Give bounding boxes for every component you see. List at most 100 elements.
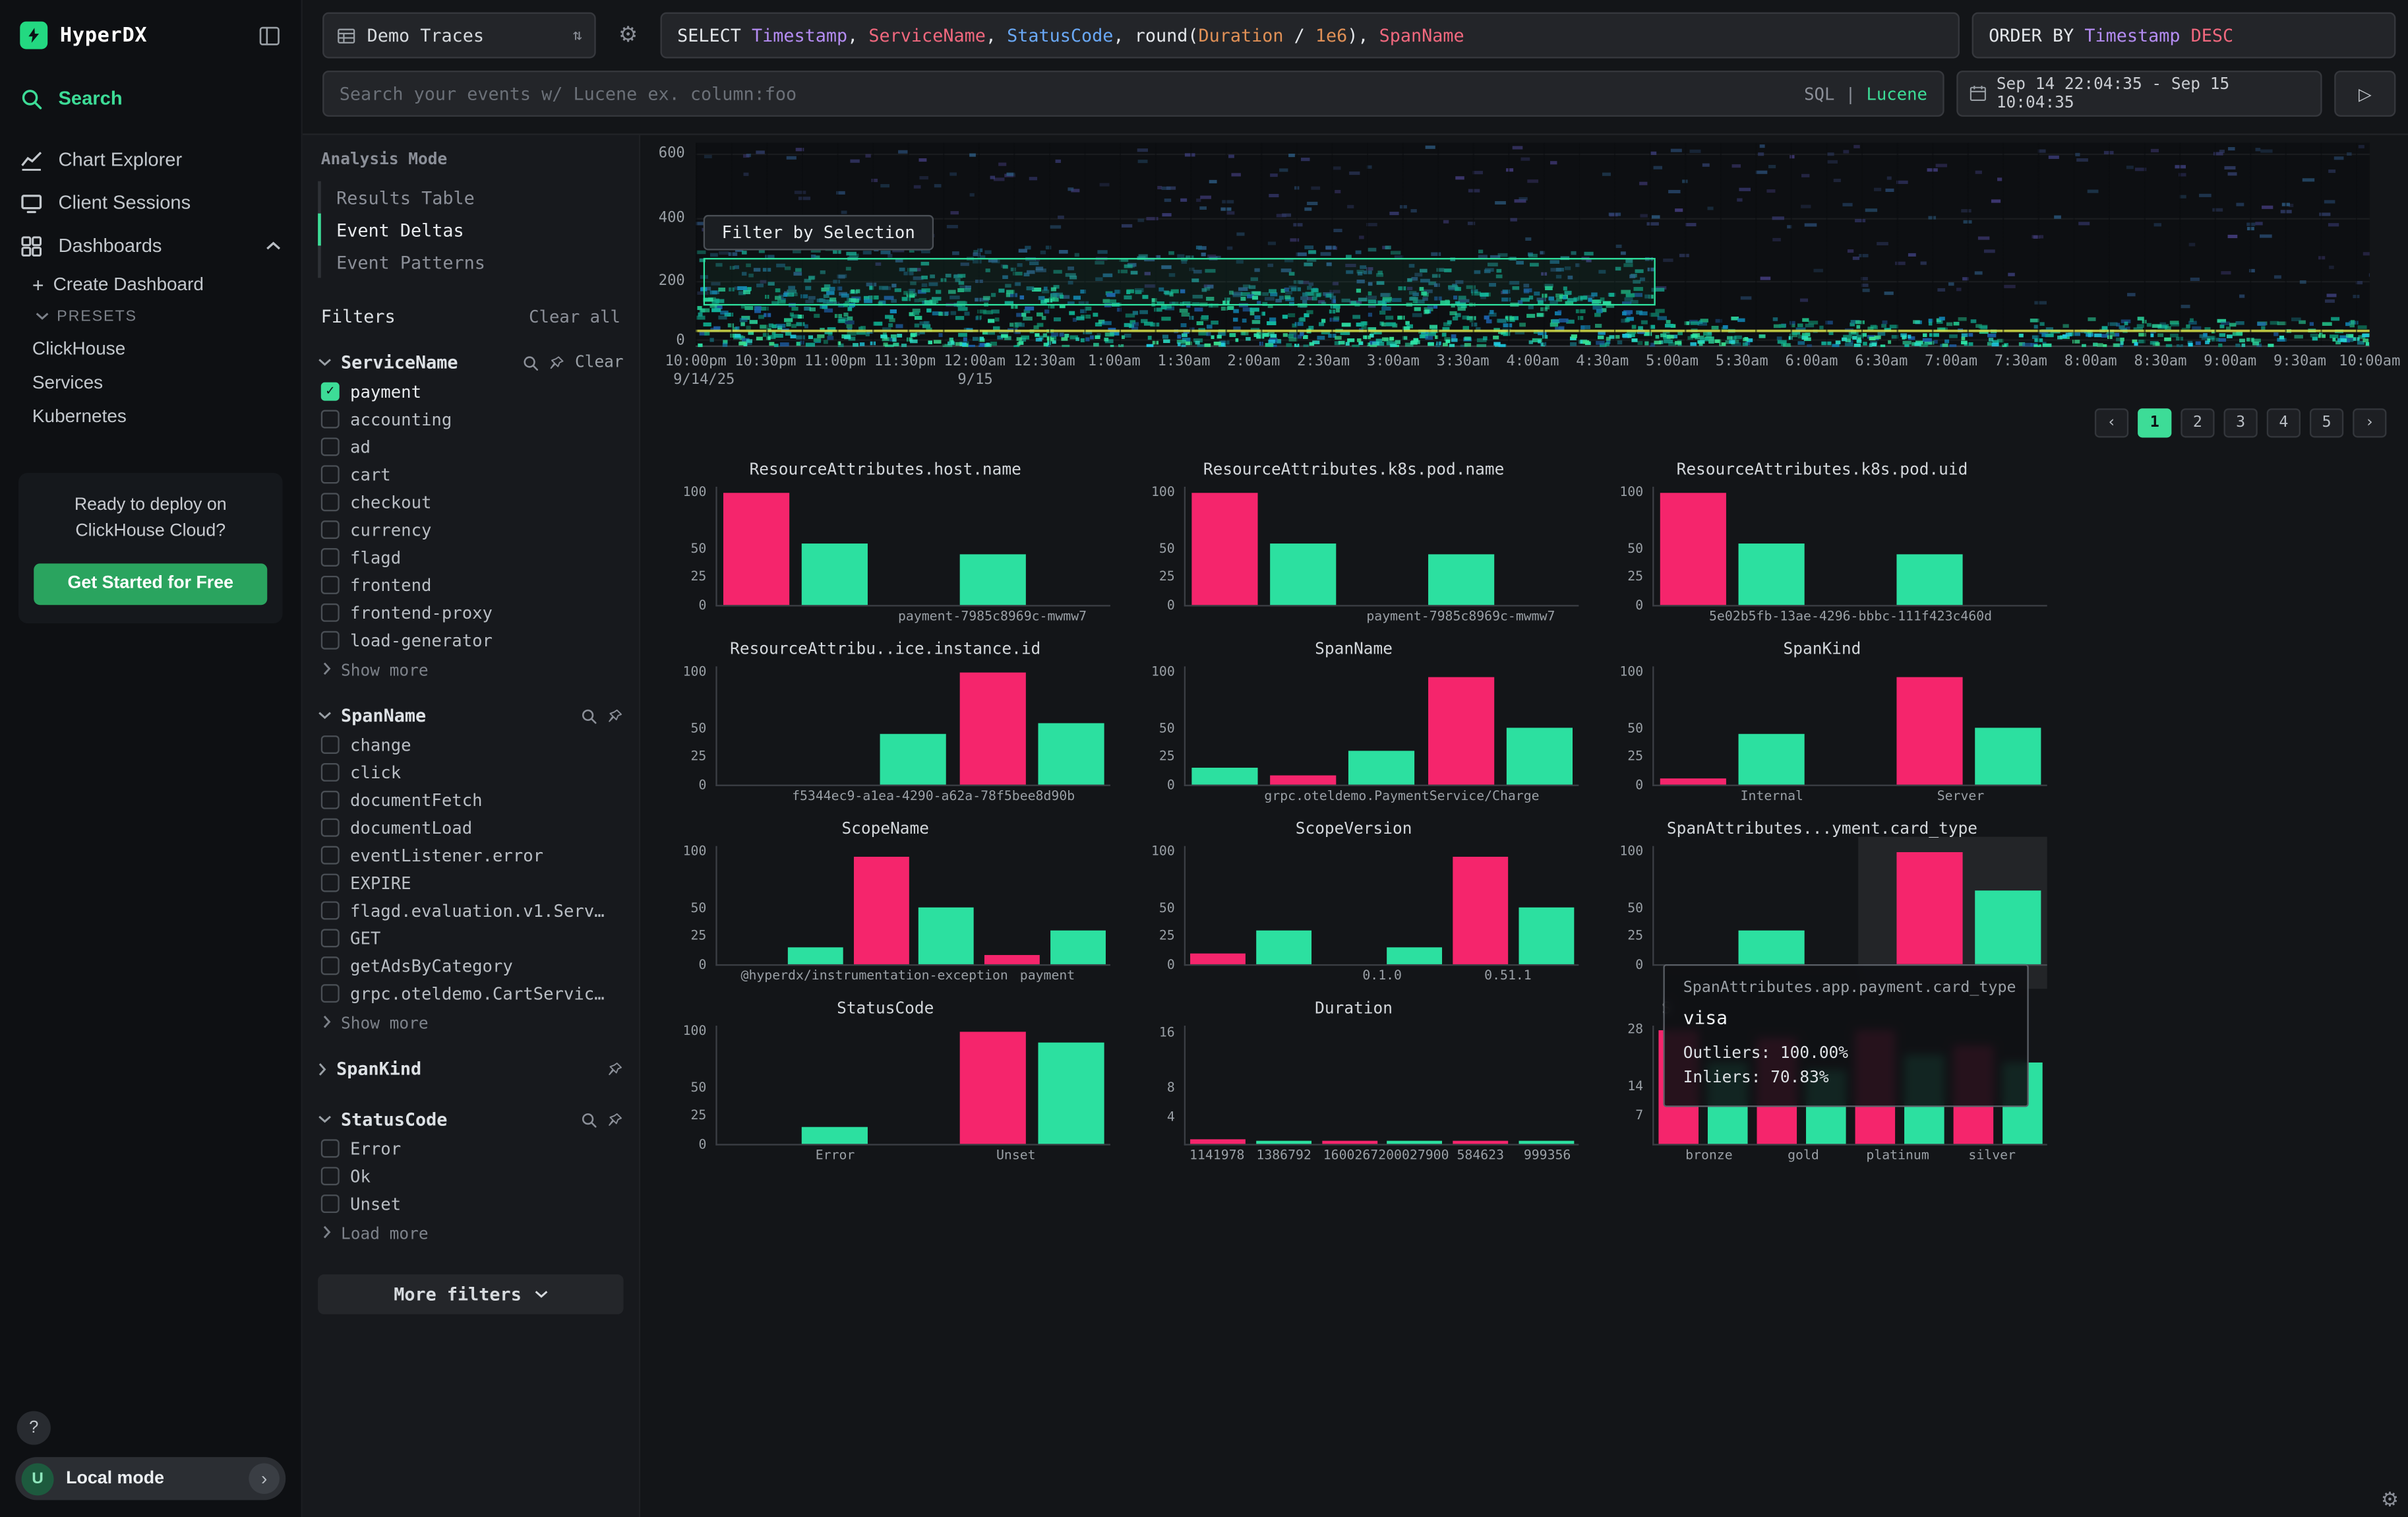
checkbox[interactable] — [321, 874, 340, 892]
bar[interactable] — [959, 554, 1025, 605]
pin-icon[interactable] — [607, 1111, 624, 1128]
filter-checkbox-checkout[interactable]: checkout — [318, 488, 623, 516]
chart-spanname[interactable]: SpanName10050250grpc.oteldemo.PaymentSer… — [1129, 640, 1579, 820]
filter-checkbox-currency[interactable]: currency — [318, 516, 623, 543]
bar[interactable] — [1660, 779, 1726, 785]
filter-checkbox-expire[interactable]: EXPIRE — [318, 869, 623, 897]
checkbox[interactable] — [321, 1139, 340, 1158]
preset-kubernetes[interactable]: Kubernetes — [0, 399, 301, 433]
bar[interactable] — [1192, 492, 1258, 605]
pagination-prev[interactable]: ‹ — [2095, 408, 2128, 437]
bar[interactable] — [1038, 1043, 1104, 1144]
bar[interactable] — [723, 492, 789, 605]
chevron-down-icon[interactable] — [318, 357, 332, 367]
bar[interactable] — [1739, 543, 1805, 605]
filter-checkbox-frontend[interactable]: frontend — [318, 571, 623, 599]
filter-checkbox-get[interactable]: GET — [318, 924, 623, 952]
bar[interactable] — [1349, 751, 1415, 784]
get-started-button[interactable]: Get Started for Free — [34, 563, 267, 604]
analysis-mode-event-deltas[interactable]: Event Deltas — [318, 214, 623, 246]
bar[interactable] — [959, 1032, 1025, 1144]
bar[interactable] — [1192, 768, 1258, 785]
bar[interactable] — [1660, 492, 1726, 605]
filter-checkbox-documentload[interactable]: documentLoad — [318, 814, 623, 842]
bar[interactable] — [1507, 728, 1573, 784]
filter-checkbox-change[interactable]: change — [318, 731, 623, 758]
bar[interactable] — [1191, 1139, 1246, 1144]
filter-checkbox-unset[interactable]: Unset — [318, 1190, 623, 1218]
heatmap-selection[interactable] — [704, 258, 1656, 305]
bar[interactable] — [1739, 931, 1805, 964]
pagination-page-2[interactable]: 2 — [2181, 408, 2214, 437]
bar[interactable] — [1896, 554, 1962, 605]
filter-checkbox-documentfetch[interactable]: documentFetch — [318, 786, 623, 814]
filter-checkbox-error[interactable]: Error — [318, 1134, 623, 1162]
bar[interactable] — [1256, 931, 1311, 964]
checkbox[interactable] — [321, 520, 340, 539]
filter-checkbox-click[interactable]: click — [318, 758, 623, 786]
sidebar-item-dashboards[interactable]: Dashboards — [0, 224, 301, 267]
bar[interactable] — [1739, 734, 1805, 785]
bar[interactable] — [1519, 908, 1573, 964]
bar[interactable] — [802, 1127, 868, 1144]
search-icon[interactable] — [580, 1111, 597, 1128]
bar[interactable] — [984, 955, 1039, 964]
bar[interactable] — [1387, 1141, 1442, 1144]
checkbox[interactable] — [321, 763, 340, 782]
bar[interactable] — [1896, 851, 1962, 964]
analysis-mode-results-table[interactable]: Results Table — [318, 181, 623, 214]
bar[interactable] — [881, 734, 947, 785]
source-select[interactable]: Demo Traces ⇅ — [322, 13, 596, 59]
search-icon[interactable] — [523, 354, 540, 371]
pin-icon[interactable] — [549, 354, 566, 371]
chart-scopename[interactable]: ScopeName10050250@hyperdx/instrumentatio… — [661, 820, 1110, 999]
run-query-button[interactable]: ▷ — [2334, 71, 2395, 117]
source-settings-gear-icon[interactable]: ⚙ — [608, 23, 648, 47]
filter-checkbox-ad[interactable]: ad — [318, 433, 623, 460]
filter-checkbox-ok[interactable]: Ok — [318, 1162, 623, 1190]
checkbox[interactable] — [321, 846, 340, 865]
checkbox[interactable] — [321, 437, 340, 456]
bar[interactable] — [959, 672, 1025, 785]
checkbox[interactable] — [321, 548, 340, 567]
checkbox[interactable] — [321, 631, 340, 650]
chart-statuscode[interactable]: StatusCode10050250ErrorUnset — [661, 999, 1110, 1179]
checkbox[interactable] — [321, 819, 340, 837]
chart-duration[interactable]: Duration16841141978138679216002672000279… — [1129, 999, 1579, 1179]
preset-services[interactable]: Services — [0, 365, 301, 399]
bar[interactable] — [1896, 677, 1962, 784]
checkbox[interactable] — [321, 791, 340, 809]
pagination-page-5[interactable]: 5 — [2310, 408, 2343, 437]
checkbox[interactable] — [321, 576, 340, 594]
filter-checkbox-eventlistener-error[interactable]: eventListener.error — [318, 842, 623, 869]
chart-resourceattributes-host-name[interactable]: ResourceAttributes.host.name10050250paym… — [661, 460, 1110, 640]
bar[interactable] — [1428, 677, 1493, 784]
chevron-down-icon[interactable] — [318, 711, 332, 720]
pin-icon[interactable] — [607, 1060, 624, 1077]
checkbox[interactable]: ✓ — [321, 383, 340, 401]
checkbox[interactable] — [321, 1167, 340, 1185]
pin-icon[interactable] — [607, 707, 624, 724]
bar[interactable] — [1191, 953, 1246, 964]
checkbox[interactable] — [321, 901, 340, 919]
time-range-picker[interactable]: Sep 14 22:04:35 - Sep 15 10:04:35 — [1956, 71, 2322, 117]
checkbox[interactable] — [321, 604, 340, 622]
checkbox[interactable] — [321, 493, 340, 511]
lucene-toggle[interactable]: Lucene — [1866, 84, 1927, 104]
more-filters-button[interactable]: More filters — [318, 1274, 623, 1315]
filter-checkbox-flagd[interactable]: flagd — [318, 543, 623, 571]
filter-checkbox-grpc-oteldemo-cartservic[interactable]: grpc.oteldemo.CartServic… — [318, 979, 623, 1007]
show-more-link[interactable]: Show more — [318, 1015, 623, 1034]
bar[interactable] — [802, 543, 868, 605]
pagination-next[interactable]: › — [2353, 408, 2386, 437]
checkbox[interactable] — [321, 1194, 340, 1213]
chart-resourceattributes-k8s-pod-name[interactable]: ResourceAttributes.k8s.pod.name10050250p… — [1129, 460, 1579, 640]
order-by-input[interactable]: ORDER BY Timestamp DESC — [1972, 13, 2396, 59]
chart-resourceattribu-ice-instance-id[interactable]: ResourceAttribu..ice.instance.id10050250… — [661, 640, 1110, 820]
sql-toggle[interactable]: SQL — [1804, 84, 1834, 104]
bar[interactable] — [1453, 857, 1508, 964]
analysis-mode-event-patterns[interactable]: Event Patterns — [318, 245, 623, 278]
checkbox[interactable] — [321, 929, 340, 947]
sidebar-item-client-sessions[interactable]: Client Sessions — [0, 181, 301, 224]
chart-spankind[interactable]: SpanKind10050250InternalServer — [1597, 640, 2047, 820]
